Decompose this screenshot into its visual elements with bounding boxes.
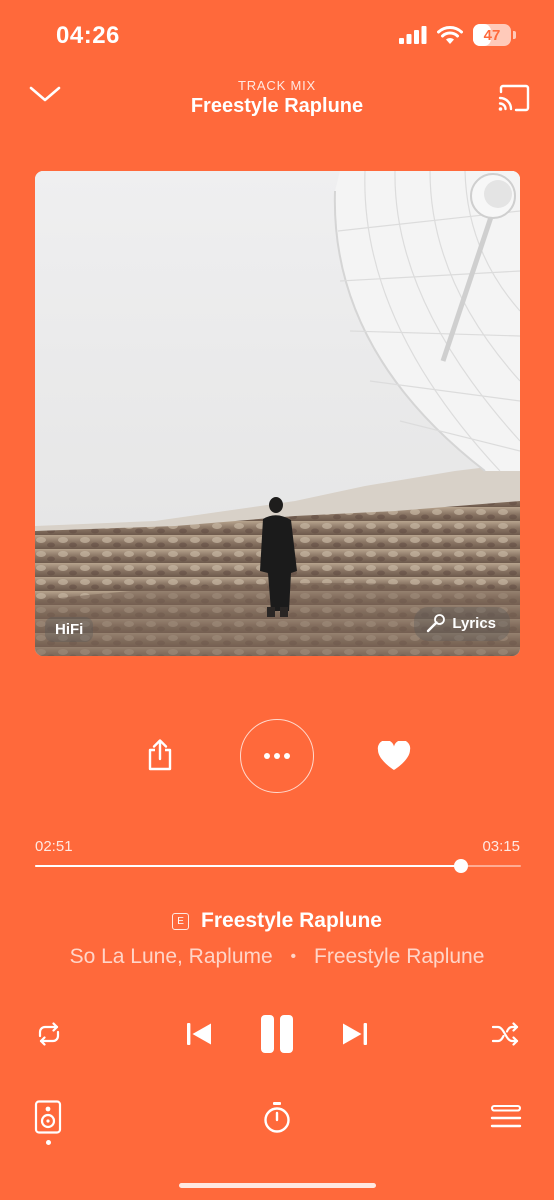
track-subtitle: So La Lune, Raplume • Freestyle Raplune	[0, 945, 554, 969]
seek-bar-fill	[35, 865, 462, 867]
repeat-button[interactable]	[36, 1021, 62, 1047]
queue-icon	[490, 1105, 522, 1128]
page-title: Freestyle Raplune	[190, 95, 364, 117]
sleep-timer-button[interactable]	[262, 1101, 292, 1135]
heart-icon	[377, 741, 411, 770]
previous-button[interactable]	[186, 1021, 212, 1047]
battery-indicator: 47	[473, 24, 511, 46]
hifi-badge: HiFi	[45, 617, 94, 642]
share-icon	[148, 739, 172, 771]
wifi-icon	[437, 25, 463, 44]
cast-icon	[498, 84, 530, 112]
active-device-dot	[45, 1140, 51, 1145]
home-indicator	[179, 1183, 376, 1188]
more-icon	[264, 753, 290, 759]
explicit-badge: E	[172, 912, 190, 930]
signal-icon	[399, 26, 427, 44]
track-title-row: E Freestyle Raplune	[0, 909, 554, 933]
status-icons: 47	[399, 24, 516, 46]
pause-button[interactable]	[258, 1014, 296, 1054]
previous-icon	[187, 1023, 211, 1045]
seek-bar-handle[interactable]	[454, 859, 469, 873]
seek-bar[interactable]	[35, 859, 521, 873]
total-duration: 03:15	[482, 838, 520, 855]
battery-level: 47	[483, 26, 501, 44]
speaker-button[interactable]	[34, 1100, 62, 1148]
shuffle-icon	[492, 1022, 519, 1046]
pause-icon	[261, 1015, 293, 1053]
lyrics-button[interactable]: Lyrics	[414, 607, 510, 641]
elapsed-time: 02:51	[35, 838, 73, 855]
track-artists[interactable]: So La Lune, Raplume	[70, 945, 273, 968]
like-button[interactable]	[377, 740, 411, 772]
battery-nub	[513, 31, 516, 39]
subtitle-separator: •	[290, 948, 297, 966]
next-icon	[343, 1023, 367, 1045]
shuffle-button[interactable]	[492, 1021, 520, 1047]
cast-button[interactable]	[497, 84, 531, 112]
share-button[interactable]	[144, 736, 176, 774]
header-subtitle: TRACK MIX	[238, 78, 316, 93]
album-artwork: HiFi Lyrics	[35, 171, 520, 656]
microphone-icon	[427, 614, 446, 633]
artwork-image	[35, 171, 520, 656]
speaker-icon	[34, 1100, 62, 1134]
status-time: 04:26	[56, 22, 120, 49]
more-button[interactable]	[240, 719, 314, 793]
repeat-icon	[38, 1022, 60, 1046]
lyrics-label: Lyrics	[452, 614, 496, 632]
queue-button[interactable]	[490, 1104, 522, 1130]
track-title[interactable]: Freestyle Raplune	[201, 909, 382, 933]
track-album[interactable]: Freestyle Raplune	[314, 945, 484, 968]
next-button[interactable]	[342, 1021, 368, 1047]
sleep-timer-icon	[264, 1102, 290, 1133]
